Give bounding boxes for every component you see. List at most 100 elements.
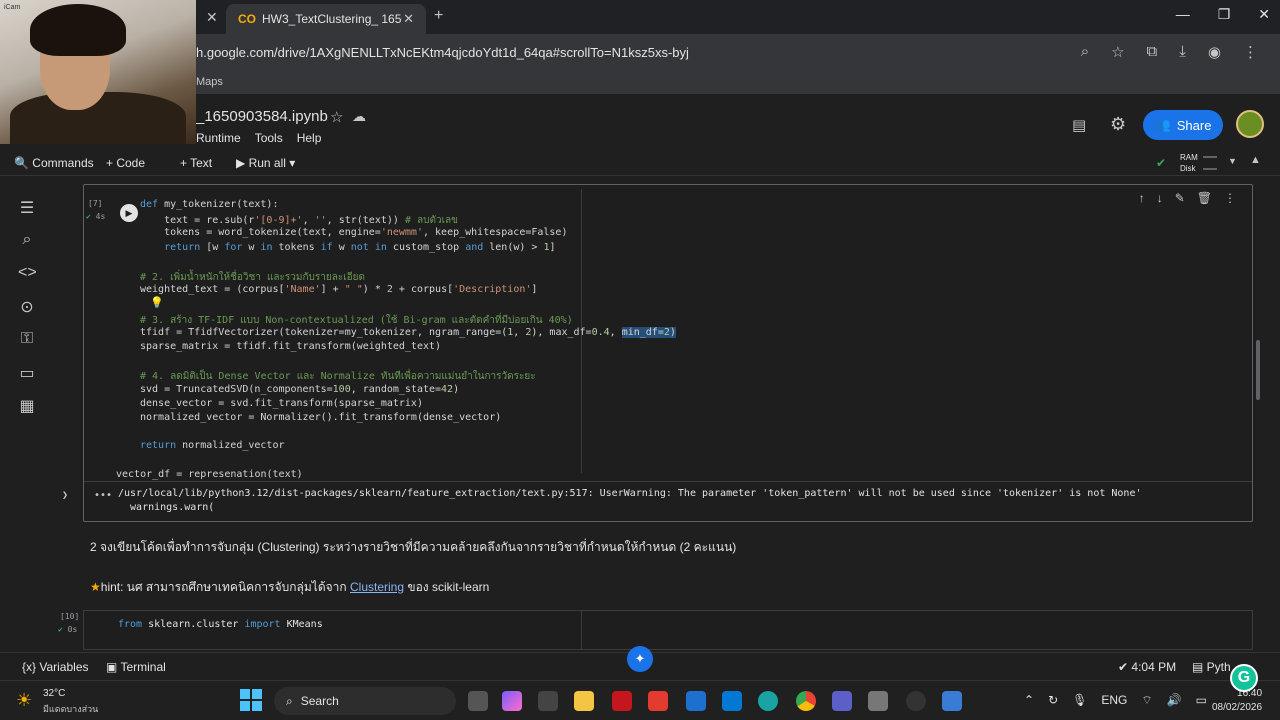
gemini-sparkle-button[interactable]: ✦ (627, 646, 653, 672)
star-icon[interactable]: ☆ (330, 108, 343, 126)
menu-runtime[interactable]: Runtime (196, 131, 241, 145)
variables-icon[interactable]: ⊙ (18, 297, 36, 317)
bookmark-star-icon[interactable]: ☆ (1111, 43, 1124, 61)
find-icon[interactable]: ⌕ (18, 231, 36, 249)
menu-help[interactable]: Help (297, 131, 322, 145)
minimize-icon[interactable]: — (1176, 6, 1190, 23)
extensions-icon[interactable]: ⧉ (1147, 43, 1158, 61)
microphone-icon[interactable]: 🎙 (1072, 693, 1087, 708)
weather-sun-icon[interactable]: ☀ (16, 690, 32, 711)
browser-tab-active[interactable]: CO HW3_TextClustering_ 1650903584 ✕ (226, 4, 426, 34)
code-line: return [w for w in tokens if w not in cu… (164, 241, 556, 253)
move-up-icon[interactable]: ↑ (1139, 191, 1145, 205)
code-cell[interactable]: [7] ✔ 4s ▶ 💡 def my_tokenizer(text): tex… (62, 184, 1253, 522)
comment-icon[interactable]: ▤ (1072, 116, 1086, 134)
download-icon[interactable]: ⤓ (1179, 43, 1186, 61)
maximize-icon[interactable]: ❐ (1218, 6, 1231, 23)
variables-label: Variables (39, 660, 89, 674)
bookmark-maps[interactable]: Maps (196, 76, 223, 88)
notebook-title[interactable]: _1650903584.ipynb (196, 108, 328, 125)
commands-button[interactable]: 🔍 Commands (14, 156, 94, 170)
webcam-overlay: iCam (0, 0, 196, 144)
share-button[interactable]: 👥 Share (1143, 110, 1223, 140)
webcam-person-hair (30, 4, 126, 56)
code-line: # 4. ลดมิติเป็น Dense Vector และ Normali… (140, 371, 536, 383)
app-icon[interactable] (942, 691, 962, 711)
browser-menu-icon[interactable]: ⋮ (1243, 43, 1258, 61)
last-run-time: 4:04 PM (1131, 660, 1177, 674)
disk-label: Disk (1180, 164, 1196, 173)
add-text-button[interactable]: + Text (180, 156, 212, 170)
code-cell[interactable]: from sklearn.cluster import KMeans (83, 610, 1253, 650)
volume-icon[interactable]: 🔊 (1167, 693, 1182, 708)
cell-output: ❯ ••• /usr/local/lib/python3.12/dist-pac… (62, 481, 1252, 521)
taskbar-search[interactable]: ⌕ Search (274, 687, 456, 715)
url-field[interactable]: h.google.com/drive/1AXgNENLLTxNcEKtm4qjc… (196, 45, 689, 60)
close-icon[interactable]: ✕ (206, 9, 218, 26)
ram-disk-indicator[interactable]: RAM Disk (1180, 152, 1198, 174)
new-tab-icon[interactable]: + (434, 7, 443, 25)
outlook-icon[interactable] (722, 691, 742, 711)
wifi-icon[interactable]: ⌔ (1141, 693, 1152, 708)
copilot-icon[interactable] (502, 691, 522, 711)
last-run-status[interactable]: ✔ 4:04 PM (1118, 660, 1176, 674)
files-folder-icon[interactable]: ▭ (18, 363, 36, 383)
run-all-button[interactable]: ▶ Run all ▾ (236, 156, 295, 170)
zoom-icon[interactable]: ⌕ (1081, 43, 1089, 61)
table-of-contents-icon[interactable]: ☰ (18, 198, 36, 218)
move-down-icon[interactable]: ↓ (1157, 191, 1163, 205)
clock[interactable]: 16:40 08/02/2026 (1212, 687, 1262, 715)
text-cell-question[interactable]: 2 จงเขียนโค้ดเพื่อทำการจับกลุ่ม (Cluster… (90, 538, 736, 557)
more-icon[interactable]: ⋮ (1224, 191, 1236, 205)
chrome-icon[interactable] (796, 691, 816, 711)
chevron-down-icon[interactable]: ❯ (62, 490, 68, 501)
file-explorer-icon[interactable] (574, 691, 594, 711)
netflix-icon[interactable] (612, 691, 632, 711)
add-code-button[interactable]: + Code (106, 156, 145, 170)
settings-icon[interactable] (868, 691, 888, 711)
code-snippets-icon[interactable]: <> (18, 264, 37, 282)
cell-actions: ↑ ↓ ✎ 🗑 ⋮ (1139, 191, 1236, 205)
code-line: # 2. เพิ่มน้ำหนักให้ชื่อวิชา และรวมกับรา… (140, 272, 365, 283)
tab-close-icon[interactable]: ✕ (403, 11, 414, 27)
terminal-button[interactable]: ▣ Terminal (106, 660, 166, 674)
data-table-icon[interactable]: ▦ (18, 396, 36, 416)
gear-icon[interactable]: ⚙ (1110, 114, 1126, 135)
hint-text: hint: นศ สามารถศึกษาเทคนิคการจับกลุ่มได้… (100, 580, 347, 594)
app-icon[interactable] (686, 691, 706, 711)
edit-icon[interactable]: ✎ (1175, 191, 1185, 205)
variables-button[interactable]: {x} Variables (22, 660, 89, 674)
delete-icon[interactable]: 🗑 (1197, 191, 1212, 205)
clustering-link[interactable]: Clustering (350, 580, 404, 594)
code-editor[interactable]: def my_tokenizer(text): text = re.sub(r'… (116, 189, 1118, 480)
windows-taskbar: ☀ 32°C มีแดดบางส่วน ⌕ Search ⌃ ↻ 🎙 ENG ⌔… (0, 680, 1280, 720)
app-icon[interactable] (538, 691, 558, 711)
code-line: dense_vector = svd.fit_transform(sparse_… (140, 397, 423, 409)
text-cell-hint[interactable]: ★hint: นศ สามารถศึกษาเทคนิคการจับกลุ่มได… (90, 578, 489, 597)
output-line: warnings.warn( (118, 502, 215, 513)
secrets-key-icon[interactable]: ⚿ (18, 330, 36, 348)
grammarly-icon[interactable]: G (1230, 664, 1258, 692)
chevron-up-icon[interactable]: ▲ (1250, 154, 1261, 166)
code-line: # 3. สร้าง TF-IDF แบบ Non-contextualized… (140, 314, 573, 326)
runtime-python[interactable]: ▤ Pyth (1192, 660, 1231, 674)
edge-icon[interactable] (758, 691, 778, 711)
task-view-icon[interactable] (468, 691, 488, 711)
language-indicator[interactable]: ENG (1101, 693, 1127, 708)
avatar[interactable] (1236, 110, 1264, 138)
battery-icon[interactable]: ▭ (1196, 693, 1207, 708)
scrollbar[interactable] (1256, 340, 1260, 400)
run-all-label: Run all (248, 156, 286, 170)
clock-date: 08/02/2026 (1212, 702, 1263, 713)
chevron-down-icon[interactable]: ▼ (1228, 156, 1237, 166)
obs-icon[interactable] (906, 691, 926, 711)
output-menu-icon[interactable]: ••• (94, 490, 112, 501)
window-close-icon[interactable]: ✕ (1258, 6, 1270, 23)
menu-tools[interactable]: Tools (255, 131, 283, 145)
sync-icon[interactable]: ↻ (1048, 693, 1058, 708)
profile-icon[interactable]: ◉ (1208, 43, 1221, 61)
teams-icon[interactable] (832, 691, 852, 711)
windows-start-icon[interactable] (240, 689, 262, 711)
app-icon[interactable] (648, 691, 668, 711)
chevron-up-icon[interactable]: ⌃ (1024, 693, 1034, 708)
